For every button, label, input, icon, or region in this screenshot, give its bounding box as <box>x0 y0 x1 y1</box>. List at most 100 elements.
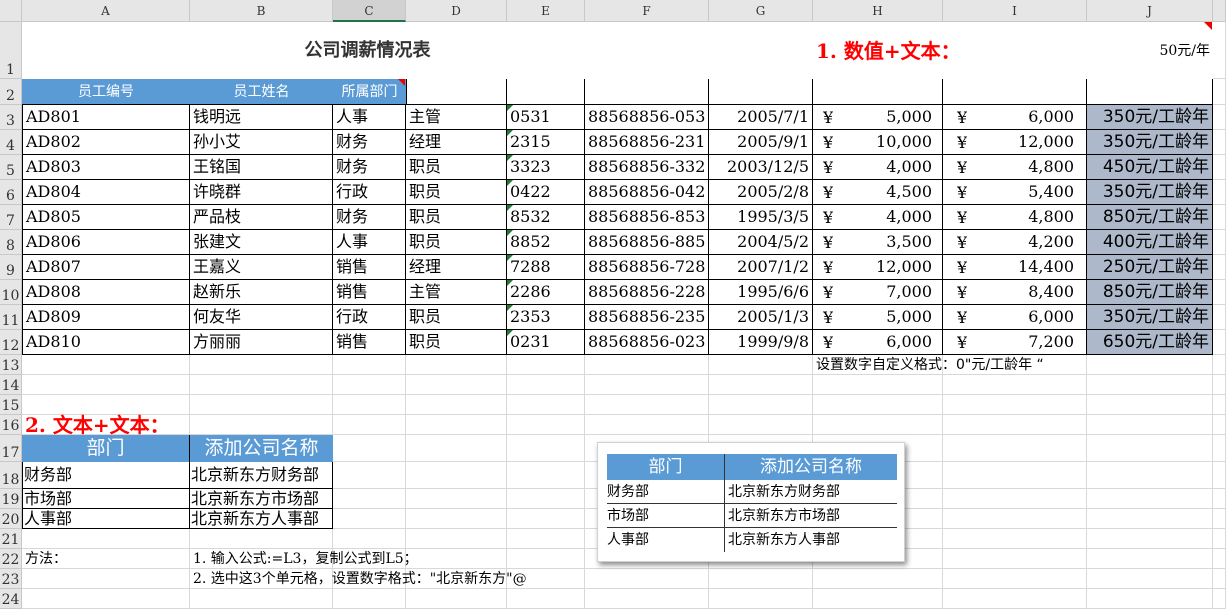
employee-hire-date[interactable]: 2005/2/8 <box>709 180 813 205</box>
employee-phone[interactable]: 88568856-023 <box>585 330 709 355</box>
text-number-warning-icon[interactable] <box>507 130 513 136</box>
employee-dept[interactable]: 财务 <box>333 205 406 230</box>
row-header-4[interactable]: 4 <box>0 130 22 155</box>
column-header-a[interactable]: A <box>22 0 190 22</box>
row-header-16[interactable]: 16 <box>0 415 22 435</box>
employee-hire-date[interactable]: 2005/1/3 <box>709 305 813 330</box>
employee-phone[interactable]: 88568856-235 <box>585 305 709 330</box>
method-step-2[interactable]: 2. 选中这3个单元格，设置数字格式："北京新东方"@ <box>190 569 709 589</box>
employee-dept[interactable]: 行政 <box>333 305 406 330</box>
text-number-warning-icon[interactable] <box>507 180 513 186</box>
text-number-warning-icon[interactable] <box>507 280 513 286</box>
table2-company[interactable]: 北京新东方人事部 <box>190 509 333 529</box>
employee-extension[interactable]: 2353 <box>507 305 585 330</box>
employee-name[interactable]: 王铭国 <box>190 155 333 180</box>
employee-hire-date[interactable]: 1999/9/8 <box>709 330 813 355</box>
seniority-subsidy[interactable]: 350元/工龄年 <box>1087 130 1213 155</box>
seniority-subsidy[interactable]: 250元/工龄年 <box>1087 255 1213 280</box>
header-cell[interactable]: 员工编号 <box>22 79 190 105</box>
employee-phone[interactable]: 88568856-042 <box>585 180 709 205</box>
employee-extension[interactable]: 0231 <box>507 330 585 355</box>
employee-id[interactable]: AD801 <box>22 105 190 130</box>
employee-hire-date[interactable]: 2004/5/2 <box>709 230 813 255</box>
seniority-subsidy[interactable]: 400元/工龄年 <box>1087 230 1213 255</box>
floating-picture[interactable]: 部门 添加公司名称 财务部 北京新东方财务部 市场部 北京新东方市场部 人事部 北京新东方人事… <box>597 442 905 562</box>
employee-phone[interactable]: 88568856-332 <box>585 155 709 180</box>
header-cell[interactable]: 本次调薪 <box>943 79 1087 105</box>
employee-extension[interactable]: 2315 <box>507 130 585 155</box>
text-number-warning-icon[interactable] <box>507 155 513 161</box>
employee-id[interactable]: AD803 <box>22 155 190 180</box>
employee-hire-date[interactable]: 1995/3/5 <box>709 205 813 230</box>
employee-position[interactable]: 职员 <box>406 230 507 255</box>
employee-id[interactable]: AD805 <box>22 205 190 230</box>
row-header-10[interactable]: 10 <box>0 280 22 305</box>
row-header-3[interactable]: 3 <box>0 105 22 130</box>
employee-name[interactable]: 方丽丽 <box>190 330 333 355</box>
format-note[interactable]: 设置数字自定义格式：0"元/工龄年 “ <box>813 355 1047 375</box>
text-number-warning-icon[interactable] <box>507 230 513 236</box>
seniority-subsidy[interactable]: 350元/工龄年 <box>1087 180 1213 205</box>
table2-company[interactable]: 北京新东方市场部 <box>190 489 333 509</box>
select-all-corner[interactable] <box>0 0 22 22</box>
row-header-7[interactable]: 7 <box>0 205 22 230</box>
employee-name[interactable]: 钱明远 <box>190 105 333 130</box>
row-header-15[interactable]: 15 <box>0 395 22 415</box>
column-header-h[interactable]: H <box>813 0 943 22</box>
employee-dept[interactable]: 销售 <box>333 255 406 280</box>
row-header-13[interactable]: 13 <box>0 355 22 375</box>
method-step-1[interactable]: 1. 输入公式:=L3，复制公式到L5； <box>190 549 585 569</box>
header-cell[interactable]: 入职日期 <box>709 79 813 105</box>
employee-dept[interactable]: 财务 <box>333 130 406 155</box>
employee-name[interactable]: 张建文 <box>190 230 333 255</box>
column-header-b[interactable]: B <box>190 0 333 22</box>
employee-position[interactable]: 职员 <box>406 305 507 330</box>
row-header-18[interactable]: 18 <box>0 462 22 489</box>
row-header-23[interactable]: 23 <box>0 569 22 589</box>
seniority-subsidy[interactable]: 450元/工龄年 <box>1087 155 1213 180</box>
employee-dept[interactable]: 销售 <box>333 280 406 305</box>
employee-dept[interactable]: 人事 <box>333 105 406 130</box>
employee-name[interactable]: 何友华 <box>190 305 333 330</box>
header-cell[interactable]: 分机号码 <box>507 79 585 105</box>
table2-company[interactable]: 北京新东方财务部 <box>190 462 333 489</box>
row-header-9[interactable]: 9 <box>0 255 22 280</box>
employee-extension[interactable]: 0531 <box>507 105 585 130</box>
header-cell[interactable]: 工作职位 <box>406 79 507 105</box>
employee-id[interactable]: AD806 <box>22 230 190 255</box>
employee-id[interactable]: AD807 <box>22 255 190 280</box>
employee-extension[interactable]: 2286 <box>507 280 585 305</box>
employee-id[interactable]: AD802 <box>22 130 190 155</box>
seniority-subsidy[interactable]: 350元/工龄年 <box>1087 305 1213 330</box>
row-header-17[interactable]: 17 <box>0 435 22 462</box>
column-header-g[interactable]: G <box>709 0 813 22</box>
section2-label[interactable]: 2. 文本+文本： <box>22 415 333 435</box>
employee-name[interactable]: 孙小艾 <box>190 130 333 155</box>
row-header-14[interactable]: 14 <box>0 375 22 395</box>
employee-id[interactable]: AD808 <box>22 280 190 305</box>
employee-name[interactable]: 严品枝 <box>190 205 333 230</box>
employee-dept[interactable]: 销售 <box>333 330 406 355</box>
table2-dept[interactable]: 财务部 <box>22 462 190 489</box>
header-cell[interactable]: 员工姓名 <box>190 79 333 105</box>
employee-id[interactable]: AD804 <box>22 180 190 205</box>
employee-position[interactable]: 主管 <box>406 105 507 130</box>
row-header-2[interactable]: 2 <box>0 79 22 105</box>
employee-position[interactable]: 职员 <box>406 205 507 230</box>
employee-position[interactable]: 主管 <box>406 280 507 305</box>
seniority-subsidy[interactable]: 850元/工龄年 <box>1087 205 1213 230</box>
seniority-subsidy[interactable]: 350元/工龄年 <box>1087 105 1213 130</box>
comment-indicator-icon[interactable] <box>398 79 405 86</box>
text-number-warning-icon[interactable] <box>507 330 513 336</box>
employee-position[interactable]: 职员 <box>406 330 507 355</box>
row-header-21[interactable]: 21 <box>0 529 22 549</box>
employee-position[interactable]: 职员 <box>406 180 507 205</box>
header-cell[interactable]: 工龄补贴 <box>1087 79 1213 105</box>
row-header-12[interactable]: 12 <box>0 330 22 355</box>
table2-dept[interactable]: 人事部 <box>22 509 190 529</box>
employee-position[interactable]: 经理 <box>406 130 507 155</box>
text-number-warning-icon[interactable] <box>507 305 513 311</box>
column-header-i[interactable]: I <box>943 0 1087 22</box>
employee-id[interactable]: AD809 <box>22 305 190 330</box>
comment-indicator-icon[interactable] <box>1204 22 1212 30</box>
